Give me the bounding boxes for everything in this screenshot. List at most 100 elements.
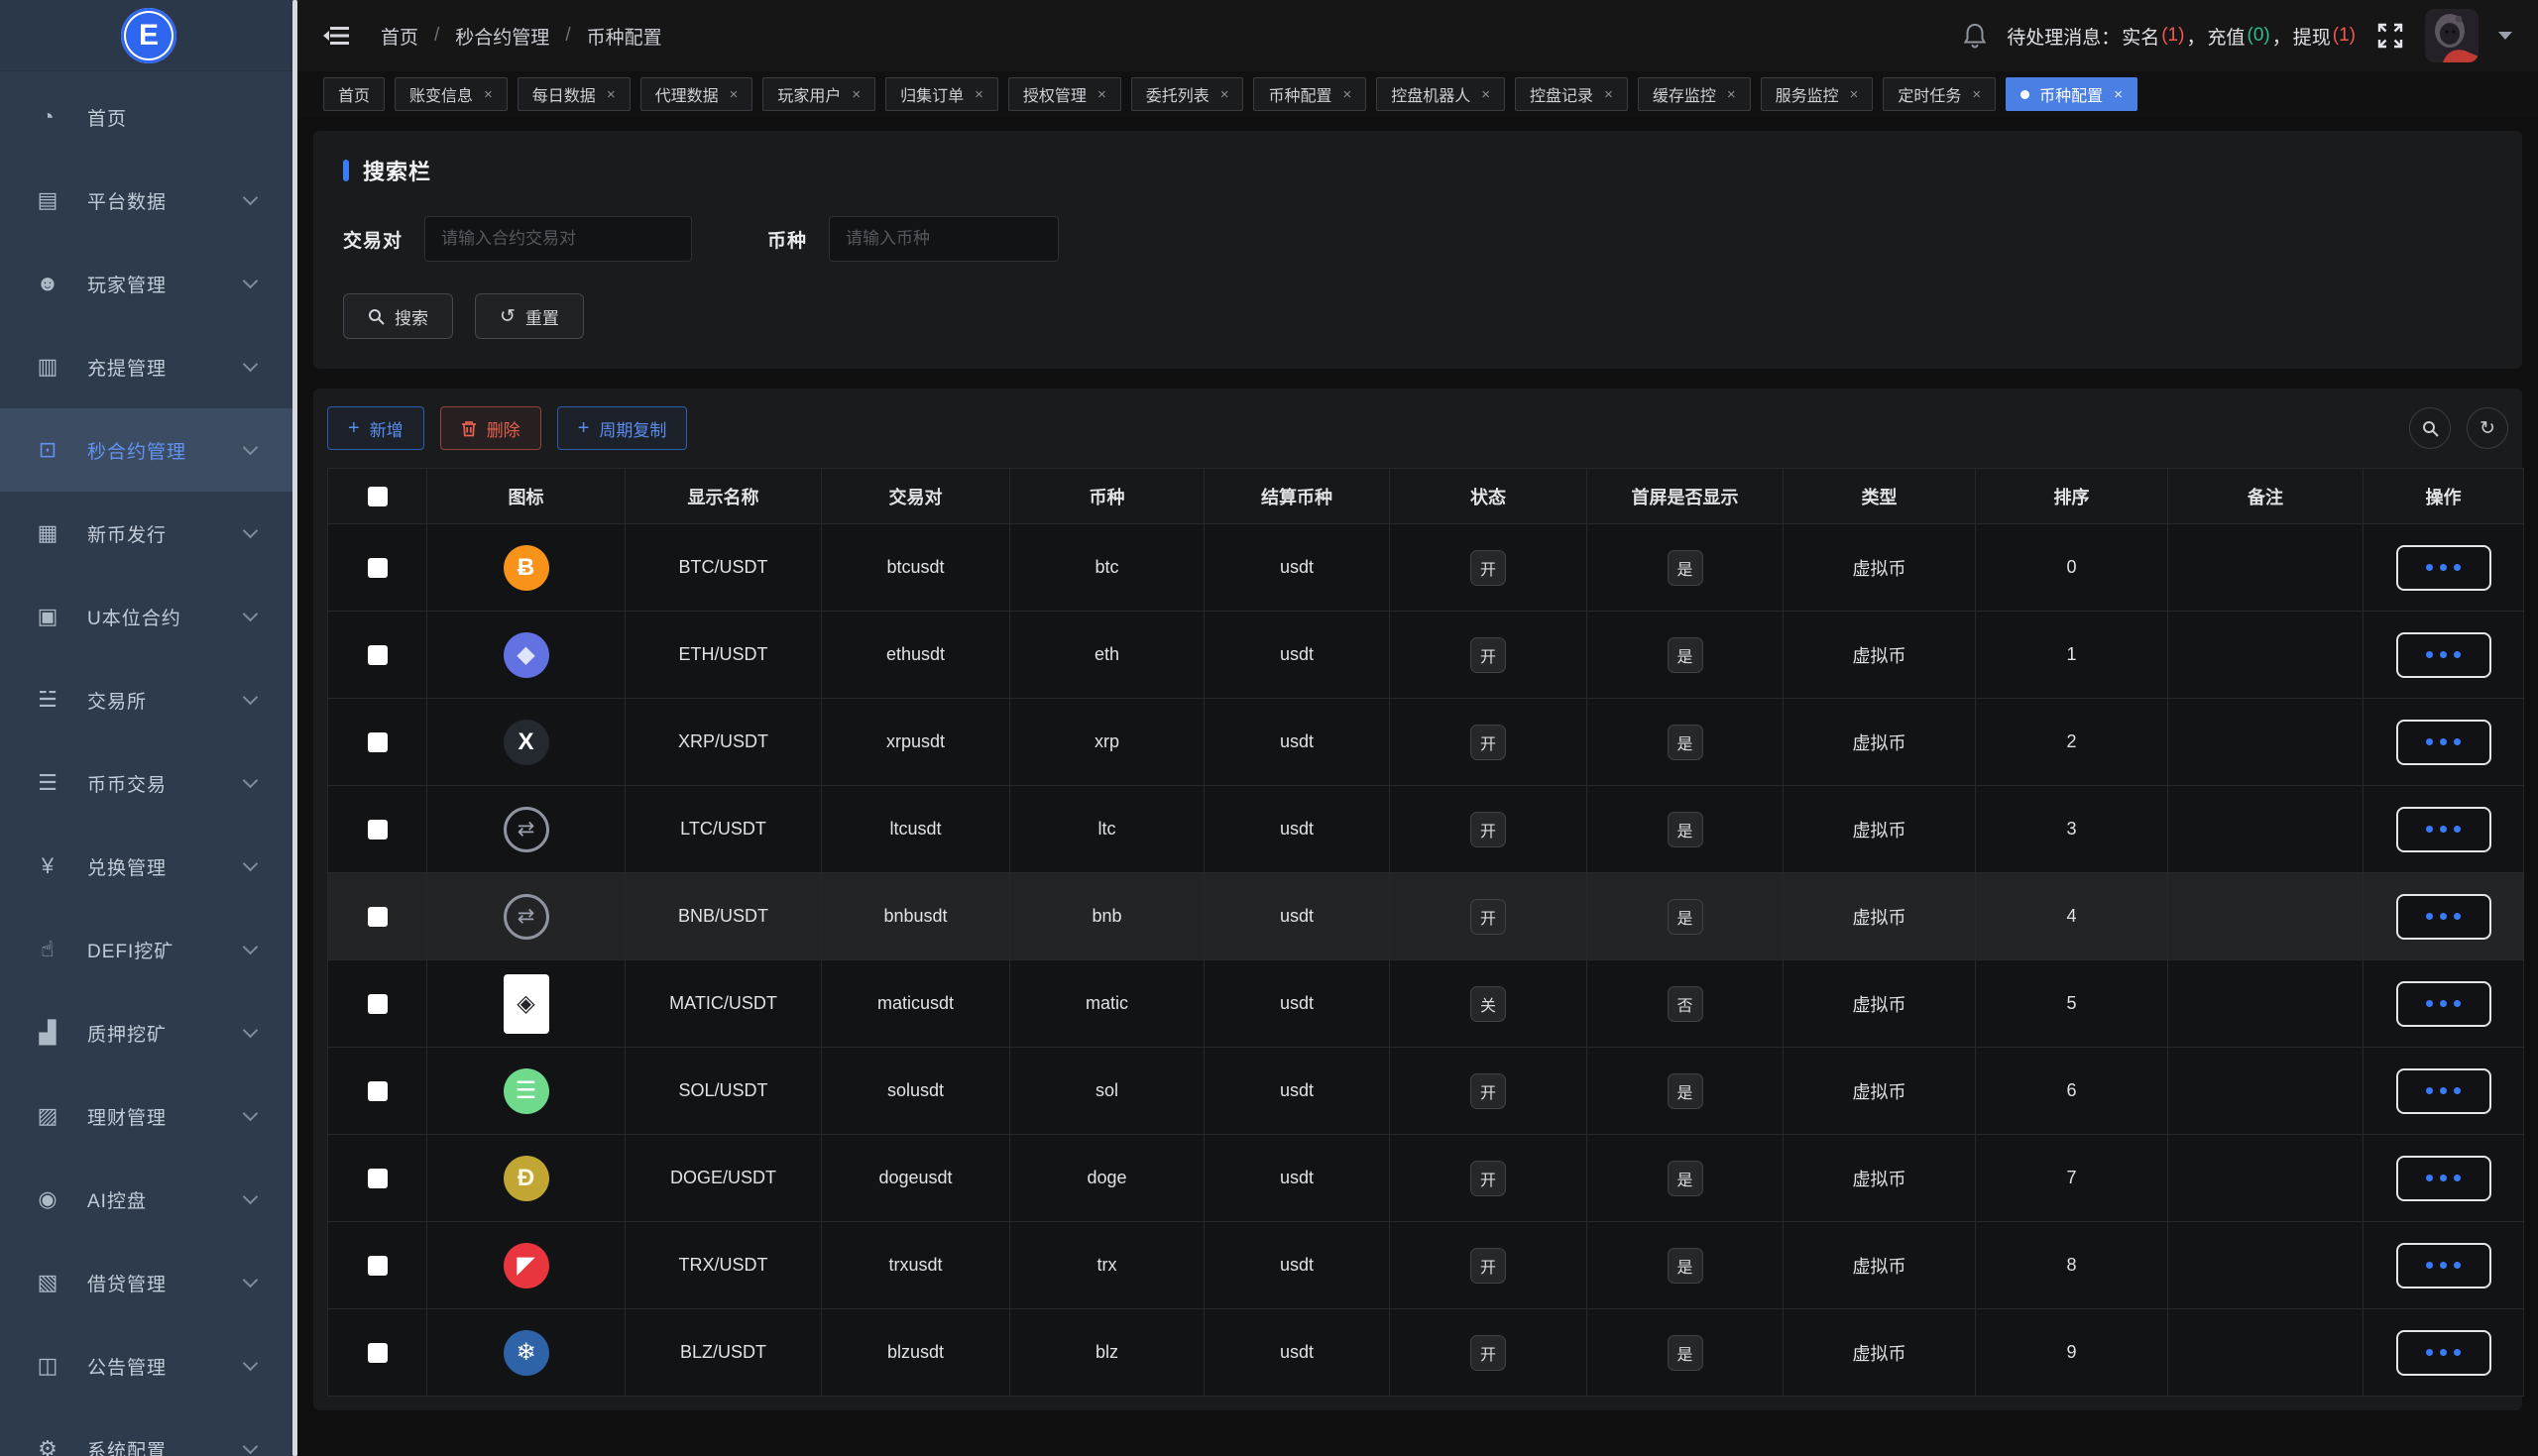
delete-button[interactable]: 删除 xyxy=(440,406,541,450)
tab-玩家用户-4[interactable]: 玩家用户× xyxy=(762,77,875,111)
sidebar-item-7[interactable]: ☱交易所 xyxy=(0,658,297,741)
fullscreen-icon[interactable] xyxy=(2375,21,2405,51)
search-button[interactable]: 搜索 xyxy=(343,293,453,339)
close-icon[interactable]: × xyxy=(607,86,616,103)
row-checkbox[interactable] xyxy=(368,558,388,578)
table-tools: ↻ xyxy=(2409,407,2508,449)
close-icon[interactable]: × xyxy=(975,86,983,103)
tab-代理数据-3[interactable]: 代理数据× xyxy=(640,77,753,111)
tab-控盘记录-10[interactable]: 控盘记录× xyxy=(1515,77,1628,111)
sidebar-item-13[interactable]: ◉AI控盘 xyxy=(0,1158,297,1241)
close-icon[interactable]: × xyxy=(1972,86,1981,103)
row-actions-button[interactable] xyxy=(2396,1330,2491,1376)
add-button[interactable]: + 新增 xyxy=(327,406,424,450)
actions-cell xyxy=(2364,873,2524,960)
platform-data-icon: ▤ xyxy=(34,187,61,213)
row-checkbox[interactable] xyxy=(368,645,388,665)
tab-币种配置-8[interactable]: 币种配置× xyxy=(1253,77,1366,111)
blz-icon: ❄ xyxy=(504,1330,549,1376)
row-actions-button[interactable] xyxy=(2396,720,2491,765)
breadcrumb-home[interactable]: 首页 xyxy=(381,23,418,50)
sidebar-item-2[interactable]: ☻玩家管理 xyxy=(0,242,297,325)
select-all-cell xyxy=(328,469,427,524)
row-checkbox[interactable] xyxy=(368,1169,388,1188)
sidebar-item-10[interactable]: ☝DEFI挖矿 xyxy=(0,908,297,991)
status-cell: 开 xyxy=(1390,1222,1587,1309)
row-checkbox[interactable] xyxy=(368,907,388,927)
close-icon[interactable]: × xyxy=(730,86,739,103)
sort-cell: 0 xyxy=(1976,524,2168,612)
sidebar-item-14[interactable]: ▧借贷管理 xyxy=(0,1241,297,1324)
close-icon[interactable]: × xyxy=(2114,86,2123,103)
reset-button[interactable]: ↺ 重置 xyxy=(475,293,584,339)
tab-委托列表-7[interactable]: 委托列表× xyxy=(1131,77,1244,111)
sidebar-item-15[interactable]: ◫公告管理 xyxy=(0,1324,297,1407)
trade-pair-input[interactable] xyxy=(424,216,692,262)
sidebar-item-label: 充提管理 xyxy=(87,354,167,381)
row-checkbox[interactable] xyxy=(368,1256,388,1276)
breadcrumb: 首页 / 秒合约管理 / 币种配置 xyxy=(381,23,662,50)
first-screen-cell: 是 xyxy=(1587,1309,1784,1397)
sidebar-item-16[interactable]: ⚙系统配置 xyxy=(0,1407,297,1456)
notification-bell-icon[interactable] xyxy=(1963,23,1987,49)
sidebar-item-3[interactable]: ▥充提管理 xyxy=(0,325,297,408)
close-icon[interactable]: × xyxy=(1481,86,1490,103)
tab-归集订单-5[interactable]: 归集订单× xyxy=(885,77,998,111)
breadcrumb-section[interactable]: 秒合约管理 xyxy=(455,23,549,50)
close-icon[interactable]: × xyxy=(852,86,861,103)
sidebar-item-0[interactable]: ◔首页 xyxy=(0,75,297,159)
sidebar-item-4[interactable]: ⊡秒合约管理 xyxy=(0,408,297,492)
row-checkbox[interactable] xyxy=(368,994,388,1014)
dot xyxy=(2440,651,2447,658)
tab-账变信息-1[interactable]: 账变信息× xyxy=(395,77,508,111)
row-checkbox[interactable] xyxy=(368,1081,388,1101)
row-actions-button[interactable] xyxy=(2396,981,2491,1027)
remark-cell xyxy=(2168,1135,2364,1222)
collapse-menu-icon[interactable] xyxy=(323,24,351,48)
table-refresh-button[interactable]: ↻ xyxy=(2467,407,2508,449)
tab-授权管理-6[interactable]: 授权管理× xyxy=(1008,77,1121,111)
row-actions-button[interactable] xyxy=(2396,1156,2491,1201)
cycle-copy-button[interactable]: + 周期复制 xyxy=(557,406,688,450)
sidebar-scrollbar[interactable] xyxy=(292,0,297,1456)
tab-控盘机器人-9[interactable]: 控盘机器人× xyxy=(1376,77,1505,111)
close-icon[interactable]: × xyxy=(1604,86,1613,103)
close-icon[interactable]: × xyxy=(484,86,493,103)
chevron-down-icon[interactable] xyxy=(2498,32,2512,40)
row-actions-button[interactable] xyxy=(2396,894,2491,940)
avatar[interactable] xyxy=(2425,9,2479,62)
row-actions-button[interactable] xyxy=(2396,545,2491,591)
sidebar-item-1[interactable]: ▤平台数据 xyxy=(0,159,297,242)
close-icon[interactable]: × xyxy=(1850,86,1859,103)
row-actions-button[interactable] xyxy=(2396,1068,2491,1114)
sidebar-item-8[interactable]: ☰币币交易 xyxy=(0,741,297,825)
sidebar-item-9[interactable]: ¥兑换管理 xyxy=(0,825,297,908)
tab-币种配置-14[interactable]: 币种配置× xyxy=(2006,77,2137,111)
row-checkbox[interactable] xyxy=(368,820,388,840)
row-checkbox[interactable] xyxy=(368,1343,388,1363)
tab-首页-0[interactable]: 首页 xyxy=(323,77,385,111)
select-all-checkbox[interactable] xyxy=(368,487,388,506)
close-icon[interactable]: × xyxy=(1097,86,1106,103)
tab-缓存监控-11[interactable]: 缓存监控× xyxy=(1638,77,1751,111)
chevron-down-icon xyxy=(243,1438,259,1454)
sidebar-item-11[interactable]: ▟质押挖矿 xyxy=(0,991,297,1074)
row-checkbox[interactable] xyxy=(368,732,388,752)
close-icon[interactable]: × xyxy=(1727,86,1736,103)
sidebar-item-5[interactable]: ▦新币发行 xyxy=(0,492,297,575)
sidebar-item-6[interactable]: ▣U本位合约 xyxy=(0,575,297,658)
display-name-cell: SOL/USDT xyxy=(626,1048,822,1135)
coin-input[interactable] xyxy=(829,216,1059,262)
tab-每日数据-2[interactable]: 每日数据× xyxy=(518,77,631,111)
close-icon[interactable]: × xyxy=(1343,86,1352,103)
row-actions-button[interactable] xyxy=(2396,807,2491,852)
tab-服务监控-12[interactable]: 服务监控× xyxy=(1761,77,1874,111)
search-fields-row: 交易对 币种 xyxy=(343,216,2492,262)
close-icon[interactable]: × xyxy=(1220,86,1229,103)
table-search-button[interactable] xyxy=(2409,407,2451,449)
display-name-cell: TRX/USDT xyxy=(626,1222,822,1309)
sidebar-item-12[interactable]: ▨理财管理 xyxy=(0,1074,297,1158)
row-actions-button[interactable] xyxy=(2396,1243,2491,1288)
tab-定时任务-13[interactable]: 定时任务× xyxy=(1883,77,1996,111)
row-actions-button[interactable] xyxy=(2396,632,2491,678)
